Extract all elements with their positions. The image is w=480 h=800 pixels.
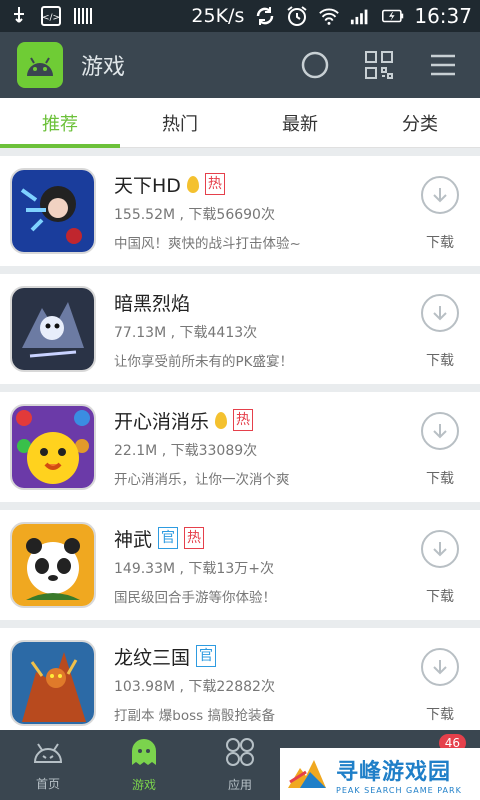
list-item[interactable]: 天下HD 热 155.52M , 下载56690次 中国风！爽快的战斗打击体验~… bbox=[0, 156, 480, 266]
download-icon bbox=[421, 412, 459, 450]
android-logo-icon[interactable] bbox=[17, 42, 63, 88]
app-meta: 155.52M , 下载56690次 bbox=[114, 207, 275, 223]
mountain-logo-icon bbox=[286, 752, 328, 796]
download-label: 下载 bbox=[426, 589, 454, 605]
download-icon bbox=[421, 176, 459, 214]
game-list: 天下HD 热 155.52M , 下载56690次 中国风！爽快的战斗打击体验~… bbox=[0, 156, 480, 746]
official-tag: 官 bbox=[196, 645, 217, 667]
app-meta: 149.33M , 下载13万+次 bbox=[114, 561, 274, 577]
apps-grid-icon bbox=[225, 737, 255, 770]
list-item[interactable]: 神武 官 热 149.33M , 下载13万+次 国民级回合手游等你体验！ 下载 bbox=[0, 510, 480, 620]
status-bar: </> 25K/s 16:37 bbox=[0, 0, 480, 32]
hot-tag: 热 bbox=[184, 527, 205, 549]
egg-icon bbox=[186, 175, 199, 193]
nav-home[interactable]: 首页 bbox=[0, 730, 96, 800]
app-name: 龙纹三国 bbox=[114, 646, 191, 669]
app-name: 暗黑烈焰 bbox=[114, 292, 191, 315]
watermark-title: 寻峰游戏园 bbox=[336, 759, 452, 785]
app-name: 神武 bbox=[114, 528, 153, 551]
tab-newest[interactable]: 最新 bbox=[240, 98, 360, 147]
tab-popular[interactable]: 热门 bbox=[120, 98, 240, 147]
download-label: 下载 bbox=[426, 707, 454, 723]
download-button[interactable]: 下载 bbox=[420, 648, 460, 724]
game-icon-kaixin bbox=[10, 404, 96, 490]
code-icon: </> bbox=[40, 5, 62, 27]
game-icon-anhei bbox=[10, 286, 96, 372]
download-button[interactable]: 下载 bbox=[420, 530, 460, 606]
nav-games[interactable]: 游戏 bbox=[96, 730, 192, 800]
nav-apps-label: 应用 bbox=[227, 778, 252, 792]
wifi-icon bbox=[318, 5, 340, 27]
hot-tag: 热 bbox=[204, 173, 225, 195]
app-meta: 103.98M , 下载22882次 bbox=[114, 679, 275, 695]
download-icon bbox=[421, 294, 459, 332]
signal-icon bbox=[350, 5, 372, 27]
search-icon[interactable] bbox=[298, 48, 332, 82]
hot-tag: 热 bbox=[233, 409, 254, 431]
watermark: 寻峰游戏园 PEAK SEARCH GAME PARK bbox=[280, 748, 480, 800]
battery-icon bbox=[382, 5, 404, 27]
app-desc: 国民级回合手游等你体验！ bbox=[114, 590, 276, 606]
nav-home-label: 首页 bbox=[35, 777, 60, 791]
app-name: 开心消消乐 bbox=[114, 410, 210, 433]
app-meta: 77.13M , 下载4413次 bbox=[114, 325, 258, 341]
download-label: 下载 bbox=[426, 471, 454, 487]
svg-text:</>: </> bbox=[42, 13, 60, 23]
list-item[interactable]: 开心消消乐 热 22.1M , 下载33089次 开心消消乐，让你一次消个爽 下… bbox=[0, 392, 480, 502]
app-desc: 打副本 爆boss 搞骰抢装备 bbox=[114, 708, 275, 724]
app-meta: 22.1M , 下载33089次 bbox=[114, 443, 258, 459]
list-item[interactable]: 龙纹三国 官 103.98M , 下载22882次 打副本 爆boss 搞骰抢装… bbox=[0, 628, 480, 738]
category-tabs: 推荐 热门 最新 分类 bbox=[0, 98, 480, 148]
app-name: 天下HD bbox=[114, 174, 181, 197]
qr-code-icon[interactable] bbox=[362, 48, 396, 82]
sync-icon bbox=[254, 5, 276, 27]
egg-icon bbox=[215, 411, 228, 429]
app-desc: 中国风！爽快的战斗打击体验~ bbox=[114, 236, 301, 252]
net-speed: 25K/s bbox=[191, 5, 245, 27]
game-icon-shenwu bbox=[10, 522, 96, 608]
download-button[interactable]: 下载 bbox=[420, 176, 460, 252]
app-desc: 开心消消乐，让你一次消个爽 bbox=[114, 472, 290, 488]
menu-icon[interactable] bbox=[426, 48, 460, 82]
alarm-icon bbox=[286, 5, 308, 27]
page-title: 游戏 bbox=[81, 55, 126, 80]
list-item[interactable]: 暗黑烈焰 77.13M , 下载4413次 让你享受前所未有的PK盛宴！ 下载 bbox=[0, 274, 480, 384]
app-desc: 让你享受前所未有的PK盛宴！ bbox=[114, 354, 293, 370]
game-icon-tianxia bbox=[10, 168, 96, 254]
download-icon bbox=[421, 648, 459, 686]
ghost-icon bbox=[129, 737, 159, 770]
download-button[interactable]: 下载 bbox=[420, 294, 460, 370]
game-icon-longwen bbox=[10, 640, 96, 726]
official-tag: 官 bbox=[158, 527, 179, 549]
usb-icon bbox=[8, 5, 30, 27]
tab-category[interactable]: 分类 bbox=[360, 98, 480, 147]
download-button[interactable]: 下载 bbox=[420, 412, 460, 488]
nav-apps[interactable]: 应用 bbox=[192, 730, 288, 800]
watermark-subtitle: PEAK SEARCH GAME PARK bbox=[336, 785, 462, 795]
robot-face-icon bbox=[32, 738, 64, 769]
barcode-icon bbox=[72, 5, 94, 27]
tab-recommend[interactable]: 推荐 bbox=[0, 98, 120, 148]
nav-games-label: 游戏 bbox=[131, 778, 156, 792]
download-icon bbox=[421, 530, 459, 568]
download-label: 下载 bbox=[426, 235, 454, 251]
clock: 16:37 bbox=[414, 4, 472, 28]
app-header: 游戏 bbox=[0, 32, 480, 98]
download-label: 下载 bbox=[426, 353, 454, 369]
